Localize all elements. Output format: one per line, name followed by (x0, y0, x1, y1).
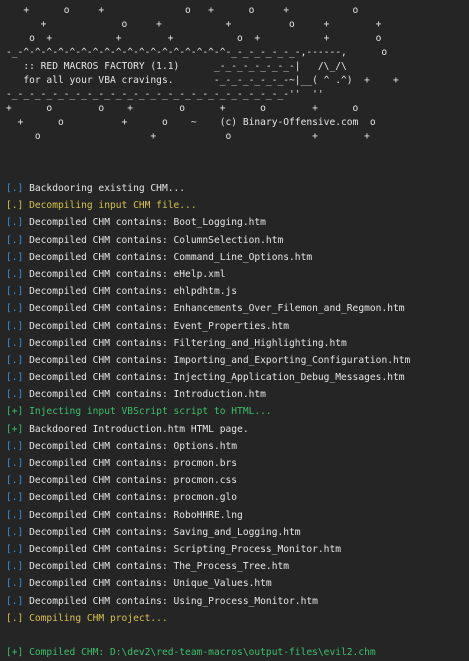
banner-line: -_-_-_-_-_-_-_-_-_-_-_-_-_-_-_-_-_-_-_-_… (6, 89, 324, 100)
log-line: [+] Injecting input VBScript script to H… (6, 403, 469, 420)
log-message: Decompiled CHM contains: Using_Process_M… (29, 595, 318, 607)
log-prefix: [.] (6, 543, 24, 555)
log-prefix: [.] (6, 509, 24, 521)
log-message: Backdooring existing CHM... (29, 183, 186, 194)
log-message: Decompiled CHM contains: procmon.brs (29, 458, 238, 469)
log-line: [.] Decompiled CHM contains: Using_Proce… (6, 593, 469, 610)
log-message: Decompiled CHM contains: Importing_and_E… (29, 354, 411, 366)
log-message: Backdoored Introduction.htm HTML page. (29, 423, 249, 435)
log-line: [.] Decompiled CHM contains: procmon.css (6, 472, 469, 489)
log-message: Decompiled CHM contains: procmon.glo (29, 492, 238, 504)
log-message: Decompiled CHM contains: ColumnSelection… (29, 234, 284, 246)
log-message: Decompiled CHM contains: The_Process_Tre… (29, 561, 290, 573)
banner-line: + o o + o + o + o (6, 103, 359, 114)
log-line: [.] Decompiled CHM contains: Command_Lin… (6, 249, 469, 266)
log-prefix: [.] (6, 354, 24, 366)
log-line: [.] Decompiled CHM contains: The_Process… (6, 558, 469, 575)
log-line: [.] Decompiled CHM contains: Event_Prope… (6, 318, 469, 335)
ascii-banner: + o + o + o + o + o + + o + + o + + + o … (6, 4, 469, 144)
log-line: [.] Decompiled CHM contains: Unique_Valu… (6, 575, 469, 592)
log-message: Decompiled CHM contains: Filtering_and_H… (29, 337, 347, 349)
log-prefix: [.] (6, 183, 24, 194)
log-message: Decompiled CHM contains: Boot_Logging.ht… (29, 217, 266, 229)
banner-line: + o + + o + + (6, 19, 382, 30)
log-message: Compiling CHM project... (29, 612, 168, 624)
log-prefix: [.] (6, 578, 24, 590)
log-message: Injecting input VBScript script to HTML.… (29, 406, 272, 418)
log-prefix: [.] (6, 440, 24, 452)
banner-line: + o + o ~ (c) Binary-Offensive.com o (6, 117, 376, 128)
log-line: [.] Compiling CHM project... (6, 610, 469, 627)
log-prefix: [+] (6, 406, 24, 418)
log-line: [.] Decompiled CHM contains: Importing_a… (6, 352, 469, 369)
log-prefix: [.] (6, 217, 24, 229)
log-message: Decompiling input CHM file... (29, 200, 197, 212)
log-line: [.] Decompiled CHM contains: Introductio… (6, 386, 469, 403)
log-prefix: [.] (6, 320, 24, 332)
log-line: [.] Decompiled CHM contains: ehlpdhtm.js (6, 283, 469, 300)
log-line: [.] Decompiled CHM contains: procmon.glo (6, 489, 469, 506)
log-line: [.] Decompiled CHM contains: Enhancement… (6, 300, 469, 317)
log-message: Decompiled CHM contains: Event_Propertie… (29, 320, 290, 332)
log-line: [.] Decompiled CHM contains: RoboHHRE.ln… (6, 507, 469, 524)
banner-line: o + o + + (6, 131, 370, 142)
log-line: [.] Decompiled CHM contains: ColumnSelec… (6, 232, 469, 249)
terminal-window: + o + o + o + o + o + + o + + o + + + o … (0, 0, 469, 658)
log-message: Decompiled CHM contains: Introduction.ht… (29, 389, 266, 401)
log-prefix: [.] (6, 372, 24, 384)
log-line: [.] Decompiling input CHM file... (6, 197, 469, 214)
log-line: [.] Decompiled CHM contains: Saving_and_… (6, 524, 469, 541)
log-prefix: [.] (6, 200, 24, 212)
log-message: Decompiled CHM contains: Options.htm (29, 440, 238, 452)
log-message: Decompiled CHM contains: Saving_and_Logg… (29, 526, 301, 538)
log-prefix: [.] (6, 337, 24, 349)
log-line: [.] Decompiled CHM contains: procmon.brs (6, 455, 469, 472)
log-prefix: [.] (6, 286, 24, 298)
log-message: Decompiled CHM contains: Enhancements_Ov… (29, 303, 405, 315)
log-message: Decompiled CHM contains: Scripting_Proce… (29, 543, 342, 555)
log-line: [.] Decompiled CHM contains: Options.htm (6, 438, 469, 455)
log-message: Decompiled CHM contains: Unique_Values.h… (29, 578, 272, 590)
log-prefix: [.] (6, 612, 24, 624)
log-line: [+] Backdoored Introduction.htm HTML pag… (6, 421, 469, 438)
log-prefix: [.] (6, 526, 24, 538)
banner-line: + o + o + o + o (6, 5, 359, 16)
log-prefix: [.] (6, 561, 24, 573)
log-message: Decompiled CHM contains: ehlpdhtm.js (29, 286, 238, 298)
log-prefix: [+] (6, 647, 24, 659)
banner-line: -_-^-^-^-^-^-^-^-^-^-^-^-^-^-^-^-^-^-^-_… (6, 47, 388, 58)
log-message: Decompiled CHM contains: Command_Line_Op… (29, 251, 313, 263)
log-prefix: [.] (6, 492, 24, 504)
log-prefix: [+] (6, 423, 24, 435)
log-prefix: [.] (6, 251, 24, 263)
log-message: Decompiled CHM contains: eHelp.xml (29, 268, 226, 280)
log-prefix: [.] (6, 303, 24, 315)
log-prefix: [.] (6, 268, 24, 280)
log-line: [+] Compiled CHM: D:\dev2\red-team-macro… (6, 644, 469, 661)
log-prefix: [.] (6, 595, 24, 607)
log-line: [.] Decompiled CHM contains: Filtering_a… (6, 335, 469, 352)
log-message: Compiled CHM: D:\dev2\red-team-macros\ou… (29, 647, 376, 659)
log-prefix: [.] (6, 458, 24, 469)
banner-line: for all your VBA cravings. -_-_-_-_-_-_-… (6, 75, 399, 86)
log-line: [.] Backdooring existing CHM... (6, 180, 469, 197)
log-line: [.] Decompiled CHM contains: Injecting_A… (6, 369, 469, 386)
log-message: Decompiled CHM contains: Injecting_Appli… (29, 372, 405, 384)
log-message: Decompiled CHM contains: RoboHHRE.lng (29, 509, 243, 521)
log-prefix: [.] (6, 389, 24, 401)
output-log: [.] Backdooring existing CHM... [.] Decom… (6, 180, 469, 661)
log-prefix: [.] (6, 475, 24, 487)
log-line: [.] Decompiled CHM contains: Boot_Loggin… (6, 214, 469, 231)
log-message: Decompiled CHM contains: procmon.css (29, 475, 238, 487)
log-prefix: [.] (6, 234, 24, 246)
banner-line: o + + + o + + o (6, 33, 382, 44)
log-line: [.] Decompiled CHM contains: eHelp.xml (6, 266, 469, 283)
log-line: [.] Decompiled CHM contains: Scripting_P… (6, 541, 469, 558)
banner-line: :: RED MACROS FACTORY (1.1) _-_-_-_-_-_-… (6, 61, 347, 72)
